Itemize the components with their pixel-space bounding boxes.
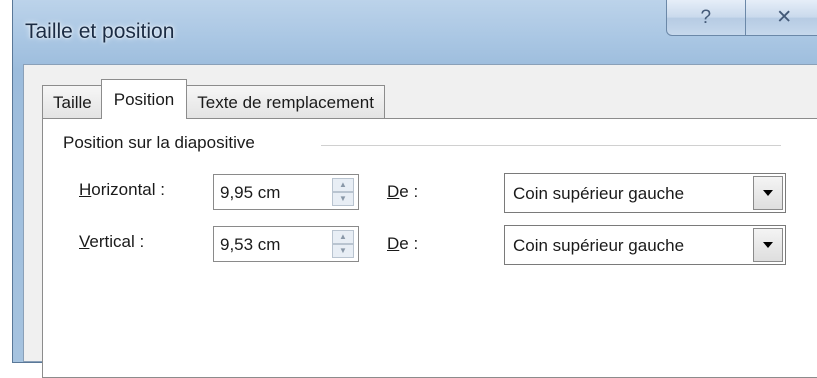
vertical-from-accesskey: D [387,234,399,253]
dialog-title: Taille et position [25,20,174,44]
spin-up-icon[interactable]: ▲ [332,230,354,244]
tab-taille[interactable]: Taille [42,85,103,119]
tab-strip: Taille Position Texte de remplacement [42,79,384,119]
tab-position[interactable]: Position [101,79,187,119]
tab-panel-position: Position sur la diapositive Horizontal :… [42,118,817,378]
help-icon: ? [700,7,711,29]
horizontal-from-value: Coin supérieur gauche [513,184,684,204]
vertical-label-text: ertical : [89,232,144,251]
horizontal-position-spinner[interactable]: 9,95 cm ▲ ▼ [213,174,359,210]
horizontal-position-value[interactable]: 9,95 cm [220,183,280,203]
horizontal-from-accesskey: D [387,182,399,201]
spin-down-icon[interactable]: ▼ [332,192,354,206]
horizontal-from-select[interactable]: Coin supérieur gauche [504,173,786,213]
vertical-spin-arrows: ▲ ▼ [332,230,354,258]
horizontal-spin-arrows: ▲ ▼ [332,178,354,206]
close-button[interactable]: ✕ [746,0,817,36]
dialog-window: Taille et position ? ✕ Taille Position T… [12,0,817,363]
vertical-from-select[interactable]: Coin supérieur gauche [504,225,786,265]
vertical-label-accesskey: V [79,232,89,251]
chevron-down-icon [763,242,773,248]
title-bar[interactable]: Taille et position ? ✕ [13,0,817,64]
spin-up-icon[interactable]: ▲ [332,178,354,192]
close-icon: ✕ [776,6,792,29]
vertical-position-spinner[interactable]: 9,53 cm ▲ ▼ [213,226,359,262]
horizontal-label-accesskey: H [79,180,91,199]
vertical-position-value[interactable]: 9,53 cm [220,235,280,255]
group-label: Position sur la diapositive [63,133,255,153]
vertical-from-value: Coin supérieur gauche [513,236,684,256]
vertical-dropdown-button[interactable] [753,228,783,262]
spin-down-icon[interactable]: ▼ [332,244,354,258]
horizontal-from-label: De : [387,182,418,202]
horizontal-from-text: e : [399,182,418,201]
chevron-down-icon [763,190,773,196]
group-divider [321,145,781,146]
vertical-from-text: e : [399,234,418,253]
vertical-label: Vertical : [79,232,144,252]
horizontal-label: Horizontal : [79,180,165,200]
dialog-client: Taille Position Texte de remplacement Po… [23,64,817,362]
horizontal-label-text: orizontal : [91,180,165,199]
tab-texte-de-remplacement[interactable]: Texte de remplacement [186,85,385,119]
horizontal-dropdown-button[interactable] [753,176,783,210]
vertical-from-label: De : [387,234,418,254]
help-button[interactable]: ? [666,0,746,36]
caption-buttons: ? ✕ [666,0,817,38]
